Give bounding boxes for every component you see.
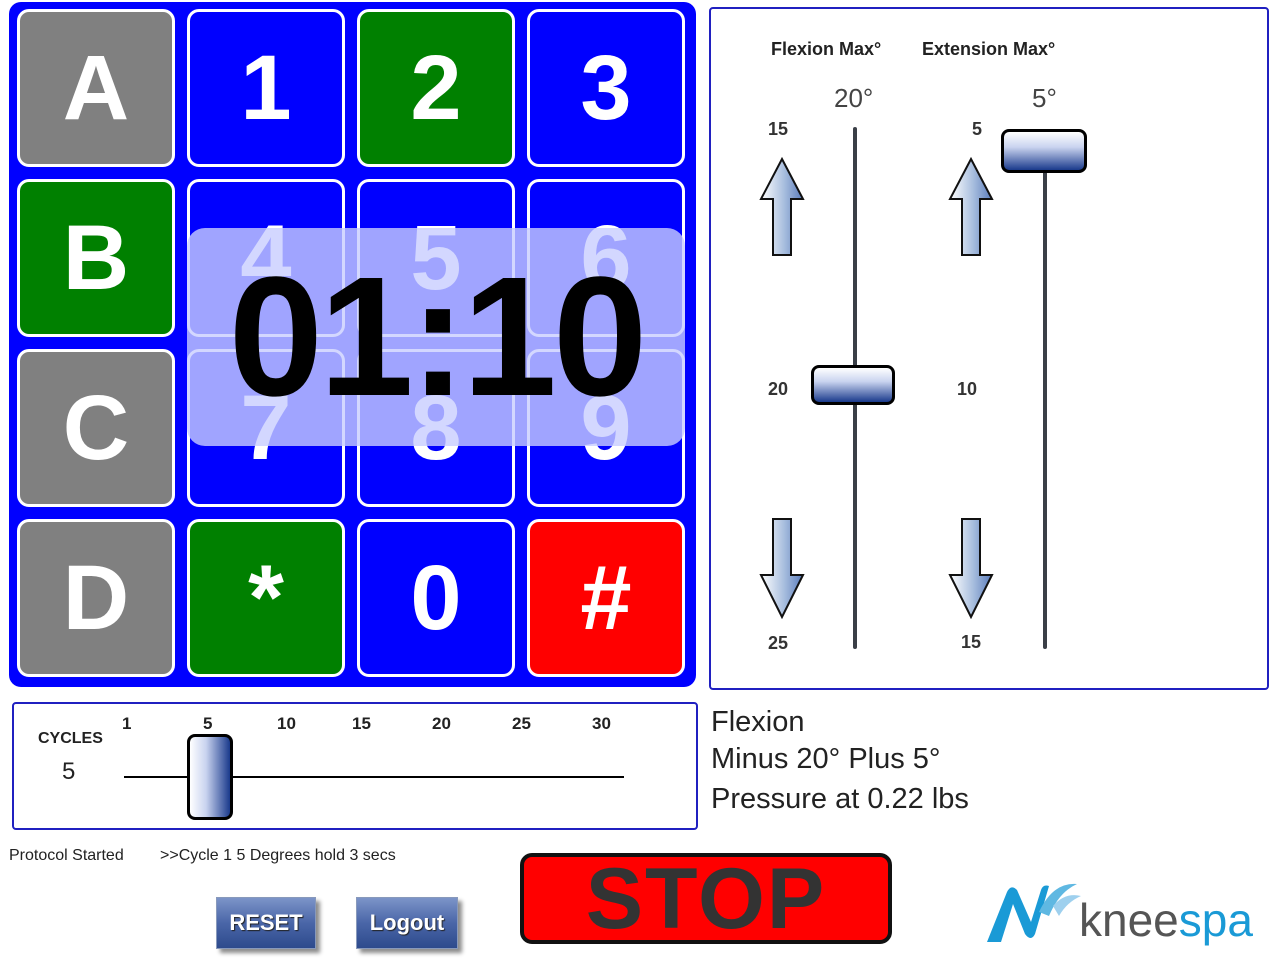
flexion-up-arrow-icon[interactable] <box>759 157 805 259</box>
flexion-slider-handle[interactable] <box>811 365 895 405</box>
key-a[interactable]: A <box>17 9 175 167</box>
key-hash[interactable]: # <box>527 519 685 677</box>
flexion-down-arrow-icon[interactable] <box>759 517 805 619</box>
status-text: Protocol Started <box>9 847 124 864</box>
cycles-value: 5 <box>62 758 76 785</box>
flexion-tick-mid: 20 <box>768 379 789 399</box>
extension-slider-track[interactable] <box>1043 149 1047 649</box>
extension-up-arrow-icon[interactable] <box>948 157 994 259</box>
range-panel: Flexion Max° 20° 15 20 25 Extension Max°… <box>709 7 1269 690</box>
reset-button[interactable]: RESET <box>216 897 316 949</box>
key-d[interactable]: D <box>17 519 175 677</box>
cycles-tick: 30 <box>592 714 611 733</box>
extension-down-arrow-icon[interactable] <box>948 517 994 619</box>
cycles-tick: 1 <box>122 714 132 733</box>
kneespa-logo-mark-icon: kneespa <box>987 883 1253 946</box>
flexion-value: 20° <box>834 83 874 113</box>
key-1[interactable]: 1 <box>187 9 345 167</box>
cycles-tick: 15 <box>352 714 371 733</box>
stop-button[interactable]: STOP <box>520 853 892 944</box>
extension-value: 5° <box>1032 83 1057 113</box>
countdown-timer: 01:10 <box>228 242 648 432</box>
cycles-label: CYCLES <box>38 730 103 747</box>
cycles-tick: 25 <box>512 714 531 733</box>
cycles-tick: 5 <box>203 714 213 733</box>
cycles-slider-handle[interactable] <box>187 734 233 820</box>
key-star[interactable]: * <box>187 519 345 677</box>
timer-overlay: 01:10 <box>187 228 685 446</box>
key-b[interactable]: B <box>17 179 175 337</box>
key-c[interactable]: C <box>17 349 175 507</box>
extension-tick-bottom: 15 <box>961 632 982 652</box>
extension-heading: Extension Max° <box>922 39 1056 59</box>
kneespa-logo: kneespa <box>983 876 1273 948</box>
key-0[interactable]: 0 <box>357 519 515 677</box>
range-text: Minus 20° Plus 5° <box>711 743 941 775</box>
key-3[interactable]: 3 <box>527 9 685 167</box>
cycles-tick: 20 <box>432 714 451 733</box>
cycles-tick: 10 <box>277 714 296 733</box>
cycle-status-text: >>Cycle 1 5 Degrees hold 3 secs <box>160 847 396 864</box>
stop-label: STOP <box>585 850 827 947</box>
key-2[interactable]: 2 <box>357 9 515 167</box>
flexion-tick-bottom: 25 <box>768 633 789 653</box>
extension-tick-mid: 10 <box>957 379 978 399</box>
flexion-heading: Flexion Max° <box>771 39 882 59</box>
logo-text: kneespa <box>1079 894 1253 946</box>
flexion-tick-top: 15 <box>768 119 789 139</box>
extension-tick-top: 5 <box>972 119 983 139</box>
extension-slider-handle[interactable] <box>1001 129 1087 173</box>
pressure-text: Pressure at 0.22 lbs <box>711 783 969 815</box>
logout-button[interactable]: Logout <box>356 897 458 949</box>
cycles-panel: CYCLES 5 1 5 10 15 20 25 30 <box>12 702 698 830</box>
mode-text: Flexion <box>711 706 805 738</box>
